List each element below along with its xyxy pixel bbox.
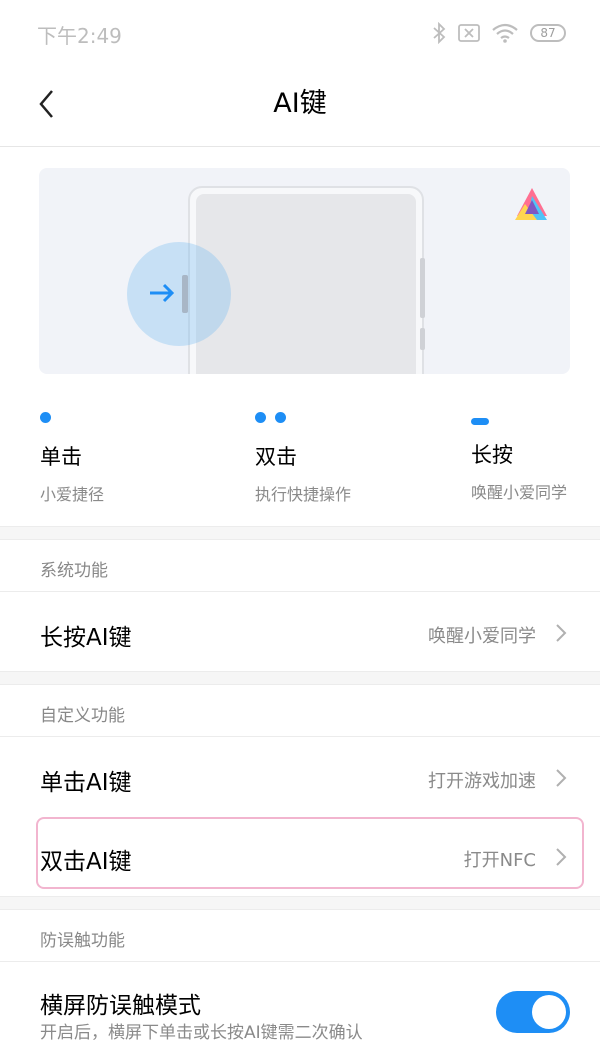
dash-indicator <box>471 418 489 425</box>
side-button-lower <box>420 328 425 350</box>
mode-single-press: 单击 小爱捷径 <box>40 408 104 505</box>
double-dot-indicator-a <box>255 412 266 423</box>
press-arrow-icon <box>150 283 175 303</box>
row-single-press-ai-key[interactable]: 单击AI键 打开游戏加速 <box>0 737 600 815</box>
toggle-knob <box>532 995 566 1029</box>
anti-mistouch-toggle[interactable] <box>496 991 570 1033</box>
row-label: 长按AI键 <box>40 625 132 651</box>
mode-title: 双击 <box>255 445 297 469</box>
section-title-anti-mistouch: 防误触功能 <box>40 931 125 951</box>
row-label: 单击AI键 <box>40 770 132 796</box>
battery-icon: 87 <box>530 24 566 42</box>
status-bar: 下午2:49 87 <box>0 0 600 64</box>
row-desc: 开启后，横屏下单击或长按AI键需二次确认 <box>40 1023 363 1043</box>
row-value: 打开游戏加速 <box>428 771 536 792</box>
mode-desc: 唤醒小爱同学 <box>471 483 568 502</box>
app-header: AI键 <box>0 64 600 147</box>
chevron-right-icon <box>556 624 567 642</box>
mode-double-press: 双击 执行快捷操作 <box>255 408 351 505</box>
section-title-system: 系统功能 <box>40 561 108 581</box>
status-time: 下午2:49 <box>37 24 122 48</box>
row-value: 唤醒小爱同学 <box>428 626 536 647</box>
section-title-custom: 自定义功能 <box>40 706 125 726</box>
xiaoai-logo-icon <box>515 188 547 220</box>
section-gap <box>0 896 600 910</box>
ai-key-shape <box>182 275 188 313</box>
mode-desc: 小爱捷径 <box>40 485 105 504</box>
single-dot-indicator <box>40 412 51 423</box>
mode-title: 长按 <box>471 443 513 467</box>
side-button-upper <box>420 258 425 318</box>
mode-long-press: 长按 唤醒小爱同学 <box>471 410 567 503</box>
page-title: AI键 <box>273 88 327 119</box>
chevron-right-icon <box>556 769 567 787</box>
selection-highlight <box>36 817 584 889</box>
press-highlight-circle <box>127 242 231 346</box>
section-gap <box>0 526 600 540</box>
sim-off-icon <box>458 24 480 42</box>
wifi-icon <box>492 23 518 43</box>
status-icons: 87 <box>432 20 566 46</box>
row-long-press-ai-key[interactable]: 长按AI键 唤醒小爱同学 <box>0 592 600 670</box>
bluetooth-icon <box>433 22 446 44</box>
battery-level: 87 <box>540 26 556 40</box>
mode-desc: 执行快捷操作 <box>255 485 352 504</box>
mode-title: 单击 <box>40 445 82 469</box>
row-label: 横屏防误触模式 <box>40 993 201 1019</box>
double-dot-indicator-b <box>275 412 287 423</box>
section-gap <box>0 671 600 685</box>
ai-key-illustration <box>39 168 570 374</box>
